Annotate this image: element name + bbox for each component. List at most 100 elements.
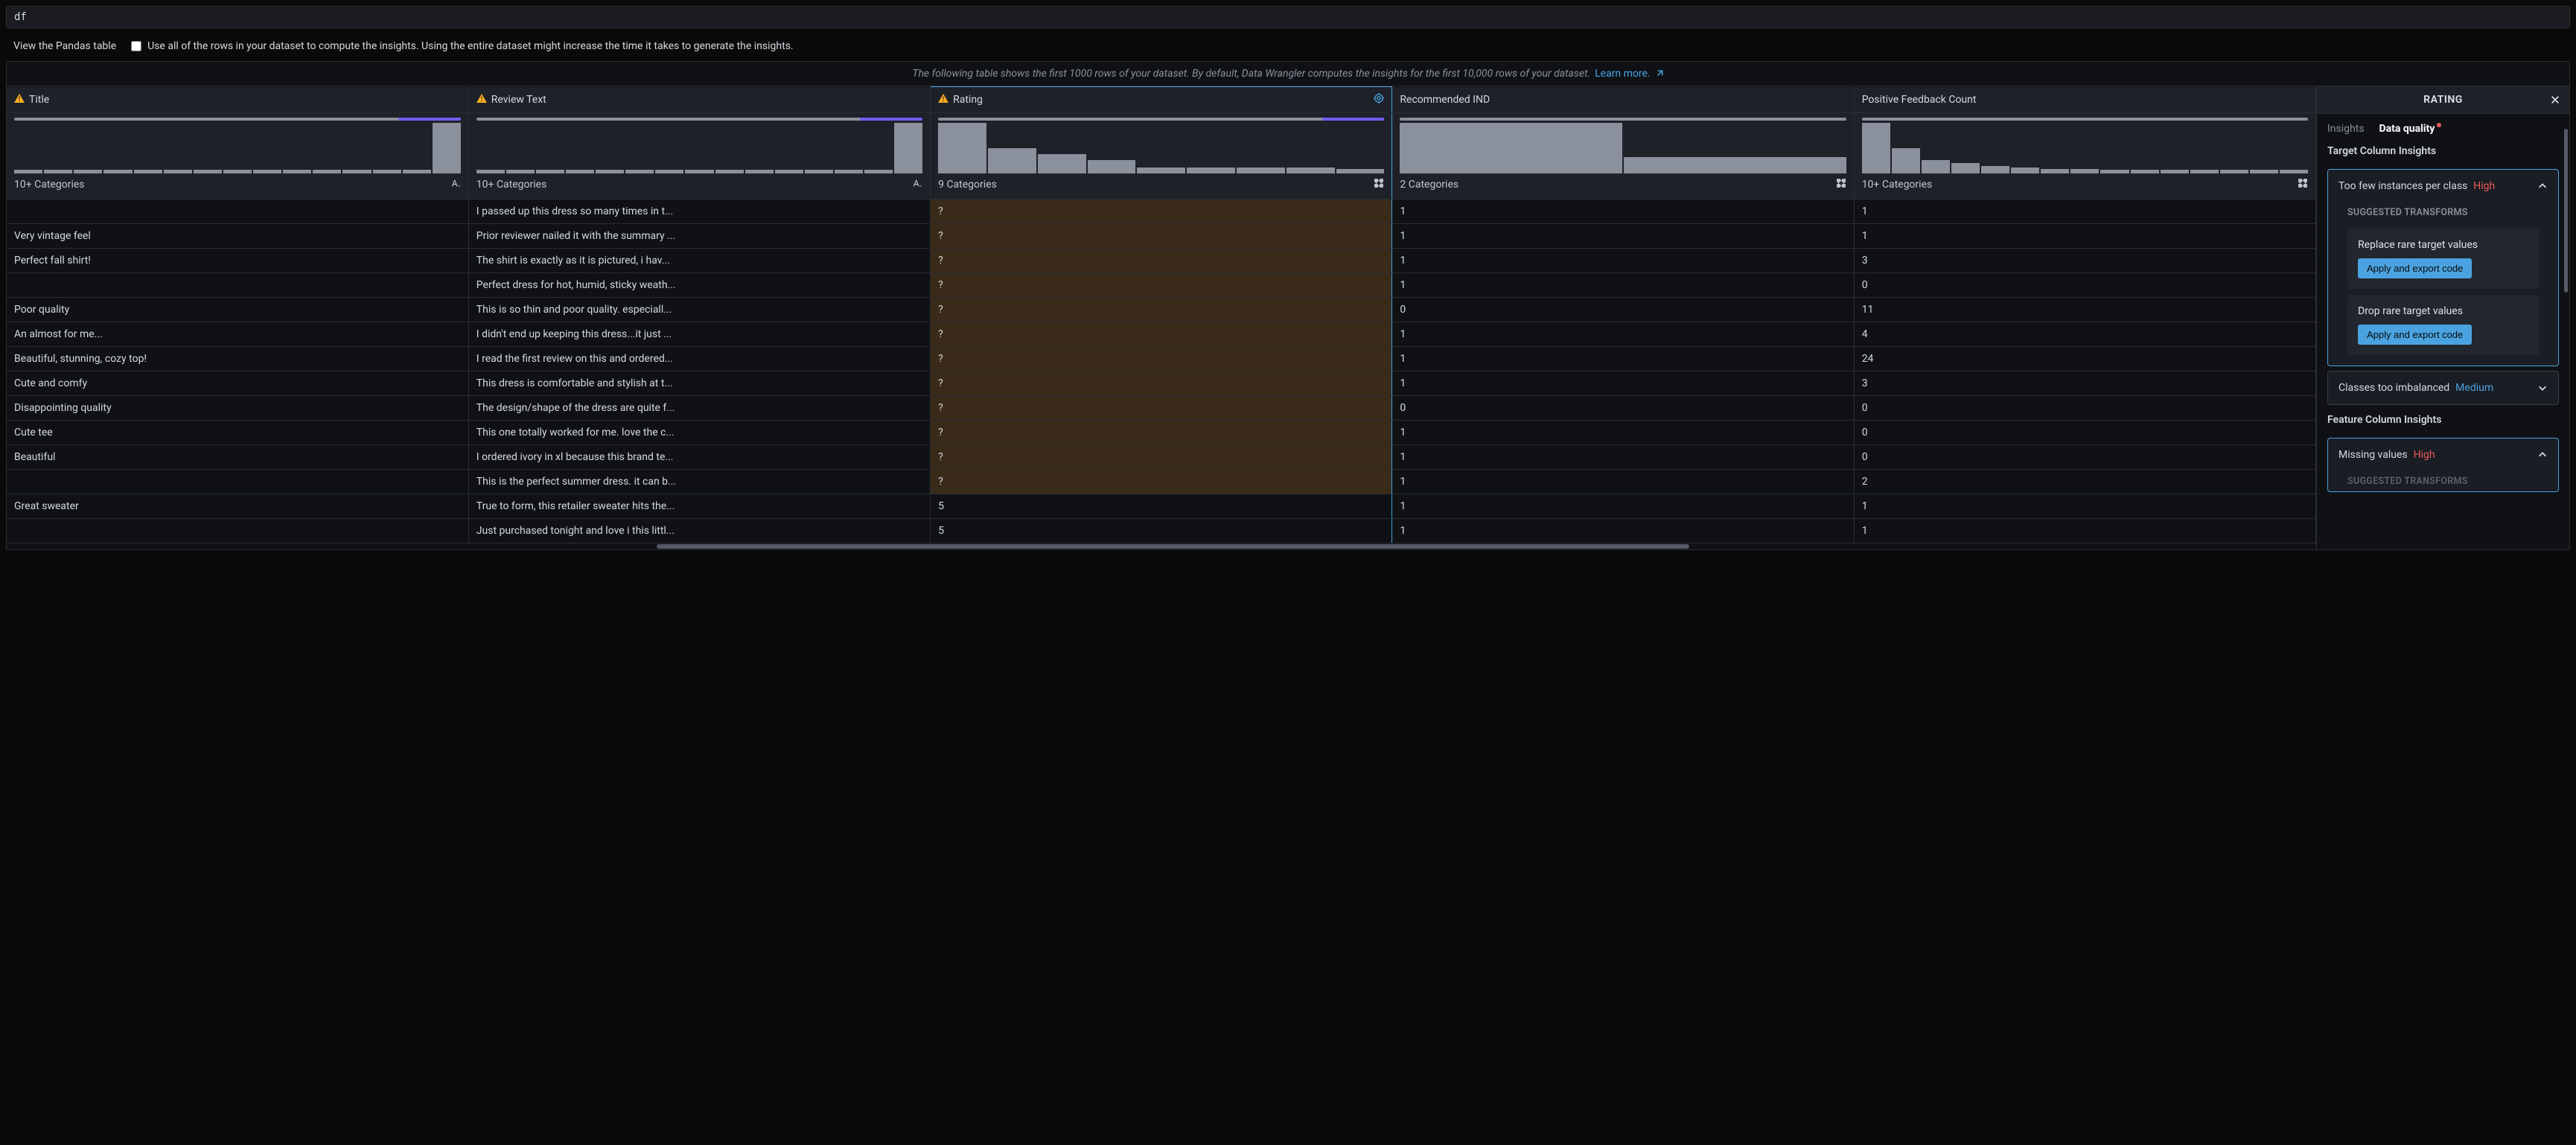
column-viz[interactable]: 10+ Categories: [1854, 113, 2315, 200]
column-header[interactable]: Review Text: [468, 87, 930, 113]
column-header[interactable]: Positive Feedback Count: [1854, 87, 2315, 113]
quality-bar: [938, 118, 1384, 121]
column-header[interactable]: Rating: [931, 87, 1392, 113]
cell-rating: ?: [931, 421, 1392, 445]
cell-recommended: 1: [1392, 445, 1854, 470]
cell-title: [7, 273, 468, 298]
cell-feedback: 2: [1854, 470, 2315, 494]
target-icon: [1374, 93, 1384, 106]
learn-more-link[interactable]: Learn more.: [1595, 68, 1651, 80]
cell-feedback: 1: [1854, 494, 2315, 519]
cell-title: An almost for me...: [7, 322, 468, 347]
type-icon: [1374, 178, 1384, 191]
table-row[interactable]: Poor qualityThis is so thin and poor qua…: [7, 298, 2316, 322]
tab-insights[interactable]: Insights: [2327, 123, 2365, 135]
cell-rating: ?: [931, 249, 1392, 273]
cell-feedback: 1: [1854, 200, 2315, 224]
cell-review: This dress is comfortable and stylish at…: [468, 371, 930, 396]
category-count: 10+ Categories: [14, 179, 85, 191]
tab-data-quality[interactable]: Data quality: [2379, 123, 2442, 135]
table-row[interactable]: Perfect fall shirt!The shirt is exactly …: [7, 249, 2316, 273]
cell-title: Cute and comfy: [7, 371, 468, 396]
cell-review: Just purchased tonight and love i this l…: [468, 519, 930, 543]
cell-feedback: 0: [1854, 421, 2315, 445]
apply-drop-button[interactable]: Apply and export code: [2358, 325, 2472, 345]
table-row[interactable]: BeautifulI ordered ivory in xl because t…: [7, 445, 2316, 470]
cell-rating: ?: [931, 273, 1392, 298]
table-row[interactable]: Very vintage feelPrior reviewer nailed i…: [7, 224, 2316, 249]
cell-title: [7, 470, 468, 494]
mini-histogram: [476, 125, 922, 173]
column-name: Title: [29, 94, 49, 106]
code-input[interactable]: df: [6, 6, 2570, 28]
column-header[interactable]: Title: [7, 87, 468, 113]
cell-recommended: 1: [1392, 470, 1854, 494]
cell-recommended: 1: [1392, 494, 1854, 519]
cell-review: True to form, this retailer sweater hits…: [468, 494, 930, 519]
table-row[interactable]: Cute and comfyThis dress is comfortable …: [7, 371, 2316, 396]
cell-review: I passed up this dress so many times in …: [468, 200, 930, 224]
cell-title: [7, 519, 468, 543]
scrollbar-thumb[interactable]: [657, 544, 1689, 549]
cell-feedback: 3: [1854, 249, 2315, 273]
side-panel-title: RATING: [2336, 94, 2550, 106]
cell-recommended: 1: [1392, 347, 1854, 371]
mini-histogram: [938, 125, 1384, 173]
transform-replace-rare: Replace rare target values Apply and exp…: [2347, 229, 2539, 289]
column-viz[interactable]: 2 Categories: [1392, 113, 1854, 200]
chevron-up-icon: [2537, 181, 2548, 191]
table-row[interactable]: This is the perfect summer dress. it can…: [7, 470, 2316, 494]
table-row[interactable]: Disappointing qualityThe design/shape of…: [7, 396, 2316, 421]
side-tabs: Insights Data quality: [2317, 114, 2569, 141]
target-insights-heading: Target Column Insights: [2317, 141, 2569, 165]
use-all-rows-label: Use all of the rows in your dataset to c…: [147, 40, 794, 52]
cell-feedback: 1: [1854, 224, 2315, 249]
cell-review: I read the first review on this and orde…: [468, 347, 930, 371]
apply-replace-button[interactable]: Apply and export code: [2358, 258, 2472, 278]
warning-icon: [14, 94, 25, 106]
cell-title: Beautiful, stunning, cozy top!: [7, 347, 468, 371]
table-row[interactable]: An almost for me...I didn't end up keepi…: [7, 322, 2316, 347]
cell-recommended: 1: [1392, 224, 1854, 249]
cell-recommended: 1: [1392, 273, 1854, 298]
cell-review: Perfect dress for hot, humid, sticky wea…: [468, 273, 930, 298]
card-missing-header[interactable]: Missing values High: [2328, 438, 2558, 471]
cell-feedback: 0: [1854, 445, 2315, 470]
info-bar: The following table shows the first 1000…: [7, 62, 2569, 86]
warning-icon: [938, 94, 949, 106]
table-row[interactable]: Great sweaterTrue to form, this retailer…: [7, 494, 2316, 519]
cell-recommended: 0: [1392, 298, 1854, 322]
mini-histogram: [1862, 125, 2308, 173]
cell-feedback: 24: [1854, 347, 2315, 371]
table-row[interactable]: Just purchased tonight and love i this l…: [7, 519, 2316, 543]
horizontal-scrollbar[interactable]: [14, 543, 2309, 549]
side-scrollbar[interactable]: [2564, 129, 2568, 293]
table-row[interactable]: Beautiful, stunning, cozy top!I read the…: [7, 347, 2316, 371]
cell-feedback: 4: [1854, 322, 2315, 347]
data-table-area: Title Review TextRating Recommended IND Pos…: [7, 86, 2316, 549]
table-row[interactable]: Perfect dress for hot, humid, sticky wea…: [7, 273, 2316, 298]
cell-feedback: 0: [1854, 396, 2315, 421]
use-all-rows-checkbox[interactable]: [131, 41, 141, 51]
quality-bar: [14, 118, 461, 121]
column-name: Recommended IND: [1400, 94, 1490, 106]
card-too-few-header[interactable]: Too few instances per class High: [2328, 170, 2558, 202]
mini-histogram: [14, 125, 461, 173]
card-imbalanced-header[interactable]: Classes too imbalanced Medium: [2328, 371, 2558, 404]
options-row: View the Pandas table Use all of the row…: [6, 37, 2570, 61]
cell-title: Very vintage feel: [7, 224, 468, 249]
insights-side-panel: RATING Insights Data quality Target Colu…: [2316, 86, 2569, 549]
cell-recommended: 1: [1392, 421, 1854, 445]
type-icon: [912, 178, 922, 191]
cell-feedback: 3: [1854, 371, 2315, 396]
table-row[interactable]: I passed up this dress so many times in …: [7, 200, 2316, 224]
close-icon[interactable]: [2550, 95, 2560, 105]
column-header[interactable]: Recommended IND: [1392, 87, 1854, 113]
table-row[interactable]: Cute teeThis one totally worked for me. …: [7, 421, 2316, 445]
cell-title: Beautiful: [7, 445, 468, 470]
use-all-rows-checkbox-wrap[interactable]: Use all of the rows in your dataset to c…: [131, 40, 794, 52]
column-viz[interactable]: 9 Categories: [931, 113, 1392, 200]
cell-recommended: 1: [1392, 519, 1854, 543]
column-viz[interactable]: 10+ Categories: [7, 113, 468, 200]
column-viz[interactable]: 10+ Categories: [468, 113, 930, 200]
